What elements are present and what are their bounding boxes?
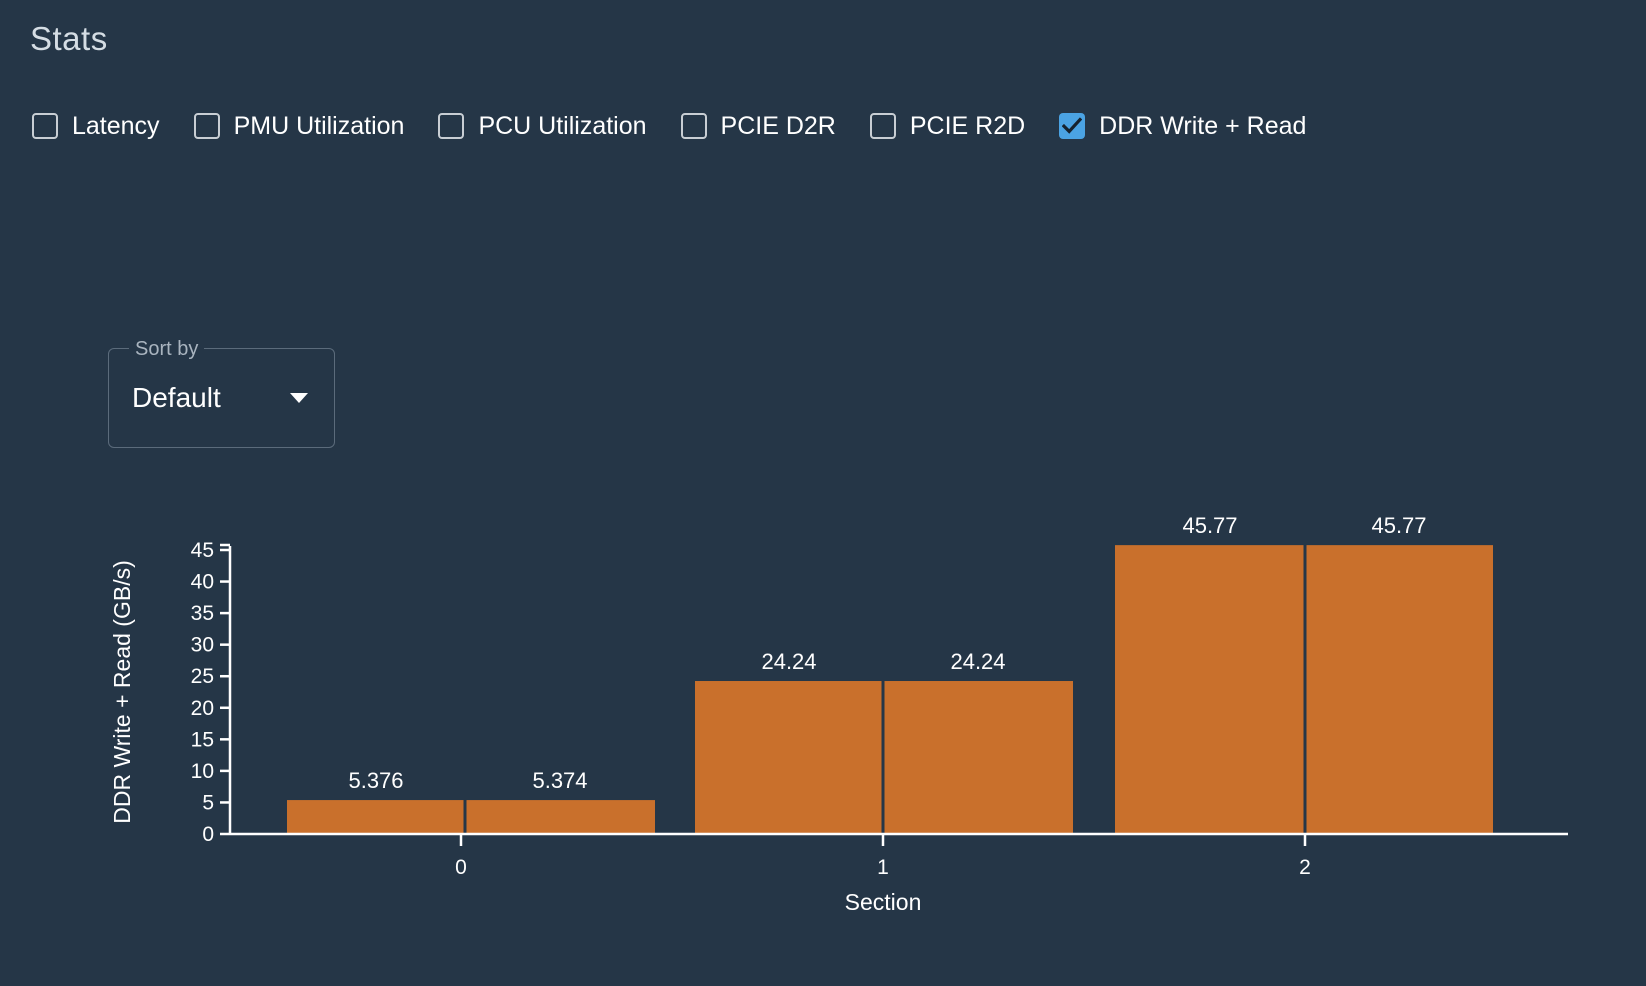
y-axis-tick-label: 35 (191, 602, 214, 625)
x-axis-tick-label: 2 (1299, 856, 1311, 879)
stat-checkbox-pmu-utilization[interactable]: PMU Utilization (194, 104, 439, 148)
stat-checkbox-label: Latency (72, 114, 160, 139)
y-axis-title: DDR Write + Read (GB/s) (109, 560, 135, 824)
bar-value-label: 5.374 (532, 768, 587, 793)
checkbox-checked-icon[interactable] (1059, 113, 1085, 139)
bar-value-label: 45.77 (1182, 513, 1237, 538)
sort-by-legend: Sort by (129, 337, 204, 361)
stat-checkbox-label: DDR Write + Read (1099, 114, 1306, 139)
checkbox-unchecked-icon[interactable] (681, 113, 707, 139)
stat-checkbox-pcu-utilization[interactable]: PCU Utilization (438, 104, 680, 148)
bar-section-1-right (885, 681, 1074, 834)
y-axis-tick-label: 40 (191, 571, 214, 594)
stat-checkbox-pcie-r2d[interactable]: PCIE R2D (870, 104, 1059, 148)
checkbox-unchecked-icon[interactable] (870, 113, 896, 139)
y-axis-tick-label: 45 (191, 539, 214, 562)
y-axis-tick-label: 30 (191, 634, 214, 657)
chevron-down-icon (290, 393, 308, 403)
y-axis-tick-label: 25 (191, 665, 214, 688)
bar-value-label: 24.24 (761, 649, 816, 674)
checkbox-unchecked-icon[interactable] (438, 113, 464, 139)
bar-section-0-left (287, 800, 464, 834)
checkbox-unchecked-icon[interactable] (194, 113, 220, 139)
stat-checkbox-label: PMU Utilization (234, 114, 405, 139)
stat-checkbox-label: PCU Utilization (478, 114, 646, 139)
bar-value-label: 5.376 (348, 768, 403, 793)
stat-checkbox-label: PCIE D2R (721, 114, 836, 139)
x-axis-tick-label: 1 (877, 856, 889, 879)
bar-section-1-left (695, 681, 882, 834)
page-title: Stats (30, 20, 108, 58)
bar-value-label: 45.77 (1371, 513, 1426, 538)
bar-section-2-right (1307, 545, 1494, 834)
stat-checkbox-label: PCIE R2D (910, 114, 1025, 139)
x-axis-tick-label: 0 (455, 856, 467, 879)
y-axis-tick-label: 5 (202, 791, 214, 814)
y-axis-tick-label: 20 (191, 697, 214, 720)
bar-section-0-right (467, 800, 656, 834)
stats-checkbox-row: Latency PMU Utilization PCU Utilization PCI… (32, 104, 1306, 148)
bar-value-label: 24.24 (950, 649, 1005, 674)
y-axis-tick-label: 15 (191, 728, 214, 751)
stat-checkbox-pcie-d2r[interactable]: PCIE D2R (681, 104, 870, 148)
checkbox-unchecked-icon[interactable] (32, 113, 58, 139)
sort-by-selected-value: Default (132, 382, 221, 414)
y-axis-tick-label: 10 (191, 760, 214, 783)
stat-checkbox-latency[interactable]: Latency (32, 104, 194, 148)
x-axis-title: Section (845, 889, 922, 915)
stat-checkbox-ddr-write-read[interactable]: DDR Write + Read (1059, 104, 1306, 148)
sort-by-select[interactable]: Sort by Default (108, 348, 335, 448)
bar-section-2-left (1115, 545, 1304, 834)
y-axis-tick-label: 0 (202, 823, 214, 846)
